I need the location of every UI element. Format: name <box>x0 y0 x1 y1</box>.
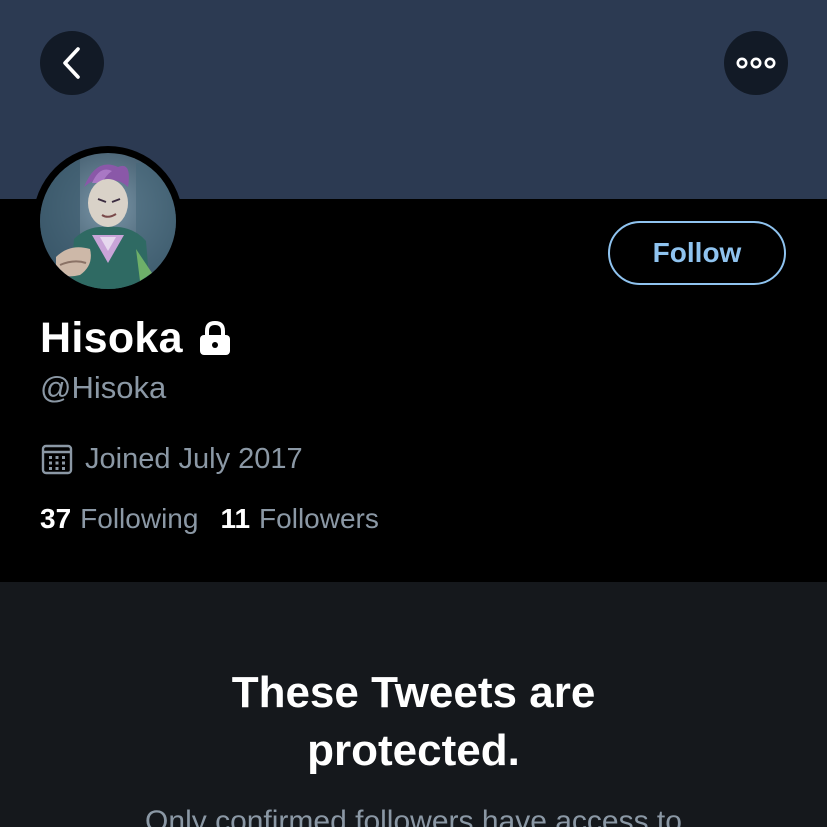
following-count: 37 <box>40 503 72 534</box>
follow-button[interactable]: Follow <box>608 221 786 285</box>
protected-subtitle: Only confirmed followers have access to <box>145 805 682 827</box>
chevron-left-icon <box>59 46 85 80</box>
protected-tweets-panel: These Tweets are protected. Only confirm… <box>0 582 827 827</box>
avatar[interactable] <box>40 153 176 289</box>
back-button[interactable] <box>40 31 104 95</box>
followers-stat[interactable]: 11 Followers <box>220 503 378 535</box>
protected-title-line-1: These Tweets are <box>231 668 596 717</box>
profile-name-row: Hisoka <box>40 310 233 366</box>
more-options-button[interactable] <box>724 31 788 95</box>
lock-icon <box>197 319 233 357</box>
protected-title-line-2: protected. <box>307 726 520 775</box>
joined-date: Joined July 2017 <box>85 442 303 475</box>
following-label: Following <box>80 503 199 534</box>
joined-row: Joined July 2017 <box>41 440 303 478</box>
avatar-frame <box>33 146 183 296</box>
following-stat[interactable]: 37 Following <box>40 503 198 535</box>
followers-count: 11 <box>220 503 251 534</box>
profile-handle: @Hisoka <box>40 370 167 405</box>
follow-stats: 37 Following 11 Followers <box>40 500 379 538</box>
display-name: Hisoka <box>40 313 183 362</box>
followers-label: Followers <box>259 503 379 534</box>
calendar-icon <box>41 443 73 475</box>
more-horizontal-icon <box>736 56 776 70</box>
profile-screen: Follow Hisoka @Hisoka Joined July 2017 3… <box>0 0 827 827</box>
protected-title: These Tweets are protected. <box>0 664 827 780</box>
